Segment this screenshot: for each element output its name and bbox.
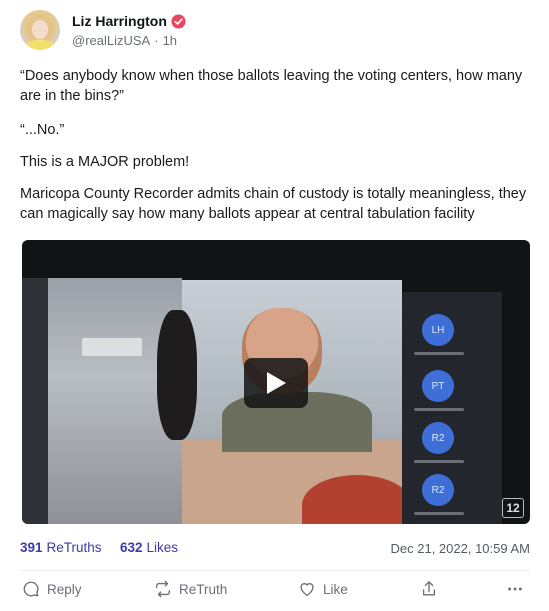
retruth-label: ReTruth bbox=[179, 581, 228, 597]
avatar[interactable] bbox=[20, 10, 60, 50]
post-time[interactable]: 1h bbox=[163, 33, 177, 48]
likes-count: 632 bbox=[120, 540, 143, 555]
author-name-row: Liz Harrington bbox=[72, 13, 186, 29]
video-player[interactable]: LH PT R2 R2 12 bbox=[22, 240, 530, 524]
action-bar: Reply ReTruth Like bbox=[20, 580, 530, 606]
likes-label: Likes bbox=[146, 540, 179, 555]
separator: · bbox=[154, 33, 159, 48]
play-icon bbox=[267, 372, 286, 394]
more-icon bbox=[508, 587, 522, 591]
participant-bubble: LH bbox=[422, 314, 454, 346]
verified-badge-icon bbox=[171, 13, 186, 29]
participants-panel: LH PT R2 R2 bbox=[402, 292, 502, 524]
like-label: Like bbox=[323, 581, 348, 597]
participant-bubble: R2 bbox=[422, 474, 454, 506]
post-text-emphasis: This is a MAJOR problem! bbox=[20, 154, 190, 170]
participant-bubble: R2 bbox=[422, 422, 454, 454]
post-date: Dec 21, 2022, 10:59 AM bbox=[390, 541, 530, 556]
retruth-icon bbox=[156, 580, 170, 598]
handle-row: @realLizUSA · 1h bbox=[72, 33, 177, 48]
more-options-button[interactable] bbox=[506, 580, 524, 598]
retruths-label: ReTruths bbox=[46, 540, 102, 555]
retruth-button[interactable]: ReTruth bbox=[154, 580, 227, 598]
reply-icon bbox=[23, 581, 39, 597]
like-button[interactable]: Like bbox=[298, 580, 348, 598]
channel-logo: 12 bbox=[502, 498, 524, 518]
post-stats: 391 ReTruths 632 Likes Dec 21, 2022, 10:… bbox=[20, 540, 530, 558]
heart-icon bbox=[300, 583, 314, 596]
post-text-body: Maricopa County Recorder admits chain of… bbox=[20, 186, 527, 222]
reply-label: Reply bbox=[47, 581, 82, 597]
author-name[interactable]: Liz Harrington bbox=[72, 13, 167, 29]
share-icon bbox=[422, 581, 436, 596]
author-handle[interactable]: @realLizUSA bbox=[72, 33, 150, 48]
post-text-quote: “Does anybody know when those ballots le… bbox=[20, 68, 523, 104]
post-text-reply: “...No.” bbox=[20, 122, 65, 138]
post-header: Liz Harrington @realLizUSA · 1h bbox=[20, 10, 530, 54]
share-button[interactable] bbox=[420, 580, 438, 598]
retruths-count: 391 bbox=[20, 540, 43, 555]
divider bbox=[20, 570, 530, 571]
likes-count-link[interactable]: 632 Likes bbox=[120, 540, 178, 555]
play-button[interactable] bbox=[244, 358, 308, 408]
retruths-count-link[interactable]: 391 ReTruths bbox=[20, 540, 102, 555]
participant-bubble: PT bbox=[422, 370, 454, 402]
reply-button[interactable]: Reply bbox=[22, 580, 82, 598]
